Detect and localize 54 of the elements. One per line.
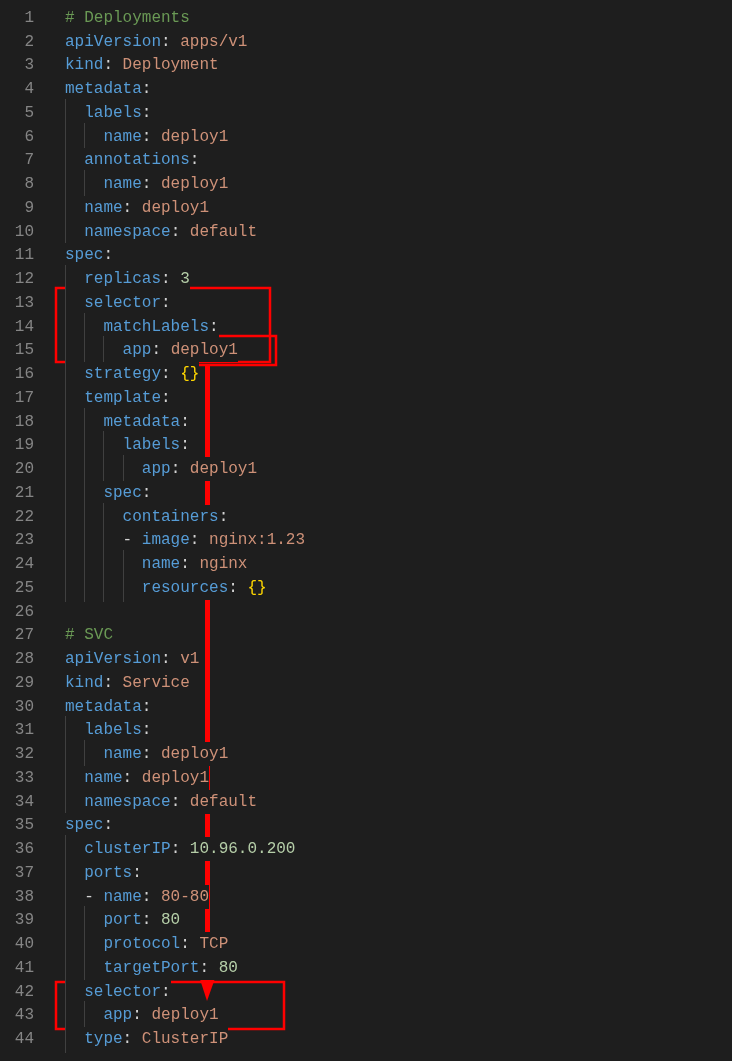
line-number: 15 — [13, 340, 34, 362]
line-number: 23 — [13, 530, 34, 552]
code-number: 10.96.0.200 — [189, 837, 296, 862]
line-number: 12 — [13, 269, 34, 291]
line-number: 24 — [13, 554, 34, 576]
code-string: 80-80 — [161, 884, 210, 909]
line-number: 34 — [13, 791, 34, 813]
code-string: deploy1 — [161, 742, 229, 767]
line-number: 18 — [13, 411, 34, 433]
line-number: 28 — [13, 649, 34, 671]
line-number: 14 — [13, 316, 34, 338]
code-key: app — [65, 338, 152, 363]
line-number: 4 — [23, 79, 34, 101]
line-number: 10 — [13, 221, 34, 243]
line-number: 37 — [13, 862, 34, 884]
line-number: 1 — [23, 7, 34, 29]
line-number: 39 — [13, 910, 34, 932]
line-number: 31 — [13, 720, 34, 742]
line-number: 33 — [13, 767, 34, 789]
line-number: 26 — [13, 601, 34, 623]
line-number: 21 — [13, 482, 34, 504]
line-number: 43 — [13, 1005, 34, 1027]
code-string: deploy1 — [189, 457, 258, 482]
line-number: 16 — [13, 364, 34, 386]
line-number: 30 — [13, 696, 34, 718]
code-string: TCP — [199, 932, 229, 957]
line-number: 8 — [23, 174, 34, 196]
code-string: nginx:1.23 — [209, 528, 306, 553]
line-number: 22 — [13, 506, 34, 528]
line-number: 32 — [13, 744, 34, 766]
code-string: nginx — [199, 552, 248, 577]
line-number: 17 — [13, 387, 34, 409]
line-number: 11 — [13, 245, 34, 267]
code-punctuation: : — [199, 955, 219, 980]
line-number: 13 — [13, 292, 34, 314]
line-number: 25 — [13, 577, 34, 599]
line-number: 36 — [13, 839, 34, 861]
line-number: 40 — [13, 934, 34, 956]
line-number: 41 — [13, 957, 34, 979]
line-number: 9 — [23, 197, 34, 219]
line-number: 42 — [13, 981, 34, 1003]
line-number: 27 — [13, 625, 34, 647]
line-number: 2 — [23, 31, 34, 53]
code-string: default — [189, 789, 258, 814]
line-number: 44 — [13, 1029, 34, 1051]
line-number: 38 — [13, 886, 34, 908]
line-number: 29 — [13, 672, 34, 694]
line-number: 20 — [13, 459, 34, 481]
line-number: 7 — [23, 150, 34, 172]
line-number: 35 — [13, 815, 34, 837]
line-number: 5 — [23, 102, 34, 124]
line-number: 6 — [23, 126, 34, 148]
line-number: 3 — [23, 55, 34, 77]
line-number: 19 — [13, 435, 34, 457]
